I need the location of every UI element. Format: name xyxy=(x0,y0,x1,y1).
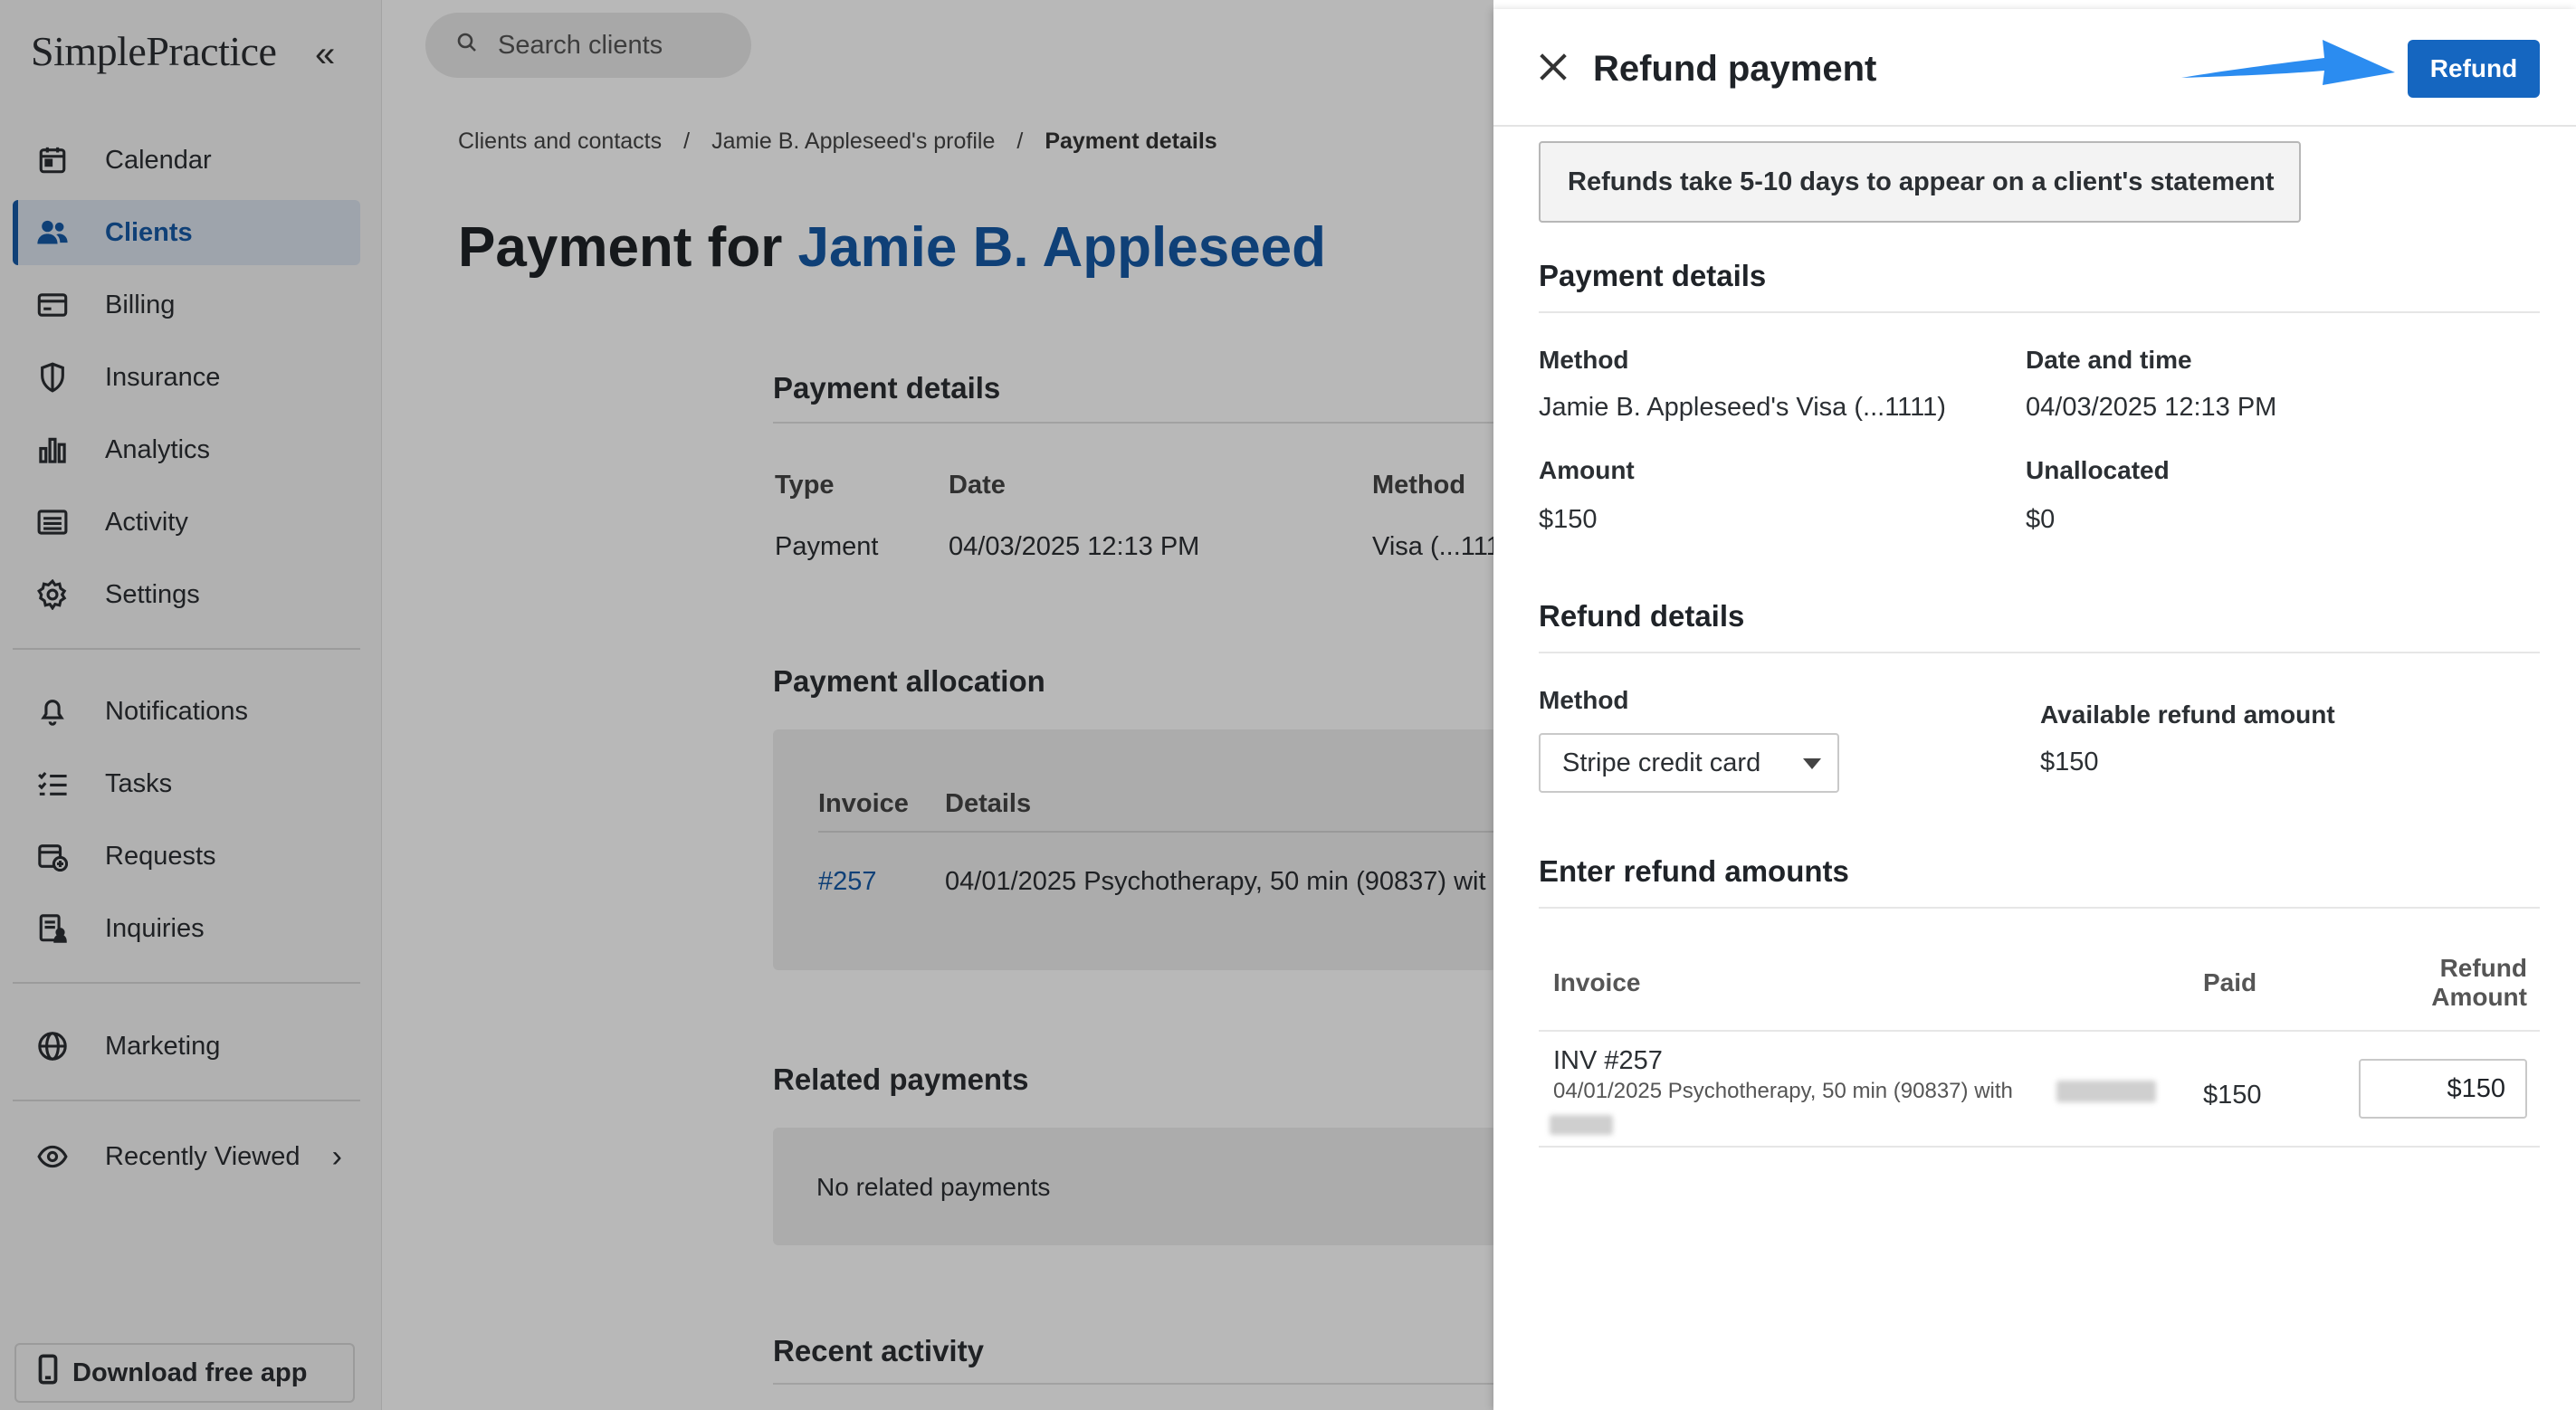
unallocated-value: $0 xyxy=(2026,505,2056,534)
caret-down-icon xyxy=(1803,758,1821,769)
available-refund-label: Available refund amount xyxy=(2040,700,2335,729)
refund-notice: Refunds take 5-10 days to appear on a cl… xyxy=(1539,141,2301,223)
close-icon[interactable] xyxy=(1535,49,1571,85)
refund-method-label: Method xyxy=(1539,686,1629,714)
refund-method-selected: Stripe credit card xyxy=(1562,748,1761,777)
refund-button[interactable]: Refund xyxy=(2408,40,2540,98)
available-refund-value: $150 xyxy=(2040,748,2099,776)
redacted-name xyxy=(2056,1081,2156,1102)
refund-amount-input[interactable] xyxy=(2359,1059,2527,1119)
table-divider xyxy=(1539,1146,2540,1148)
refund-method-select[interactable]: Stripe credit card xyxy=(1539,733,1839,793)
date-time-value: 04/03/2025 12:13 PM xyxy=(2026,393,2277,422)
pointer-arrow-icon xyxy=(2181,40,2395,85)
row-invoice-number: INV #257 xyxy=(1553,1046,1663,1075)
modal-backdrop[interactable] xyxy=(0,0,1493,1410)
method-value: Jamie B. Appleseed's Visa (...1111) xyxy=(1539,393,1946,422)
column-header-paid: Paid xyxy=(2203,968,2257,996)
column-header-refund-amount: Refund Amount xyxy=(2431,954,2527,1012)
row-paid-value: $150 xyxy=(2203,1081,2262,1110)
enter-refund-amounts-heading: Enter refund amounts xyxy=(1539,854,1849,888)
refund-payment-panel: Refund payment Refund Refunds take 5-10 … xyxy=(1493,9,2576,1410)
redacted-name xyxy=(1550,1115,1613,1135)
amount-label: Amount xyxy=(1539,456,1635,484)
panel-payment-details-heading: Payment details xyxy=(1539,259,1767,292)
column-header-invoice: Invoice xyxy=(1553,968,1641,996)
row-invoice-details: 04/01/2025 Psychotherapy, 50 min (90837)… xyxy=(1553,1079,2013,1103)
refund-header-line-1: Refund xyxy=(2439,954,2527,982)
panel-header: Refund payment Refund xyxy=(1493,9,2576,127)
table-divider xyxy=(1539,1030,2540,1032)
date-time-label: Date and time xyxy=(2026,346,2192,374)
unallocated-label: Unallocated xyxy=(2026,456,2170,484)
refund-details-heading: Refund details xyxy=(1539,599,1745,633)
section-divider xyxy=(1539,311,2540,313)
section-divider xyxy=(1539,907,2540,909)
panel-title: Refund payment xyxy=(1593,49,1877,89)
method-label: Method xyxy=(1539,346,1629,374)
refund-header-line-2: Amount xyxy=(2431,983,2527,1011)
section-divider xyxy=(1539,652,2540,653)
amount-value: $150 xyxy=(1539,505,1598,534)
